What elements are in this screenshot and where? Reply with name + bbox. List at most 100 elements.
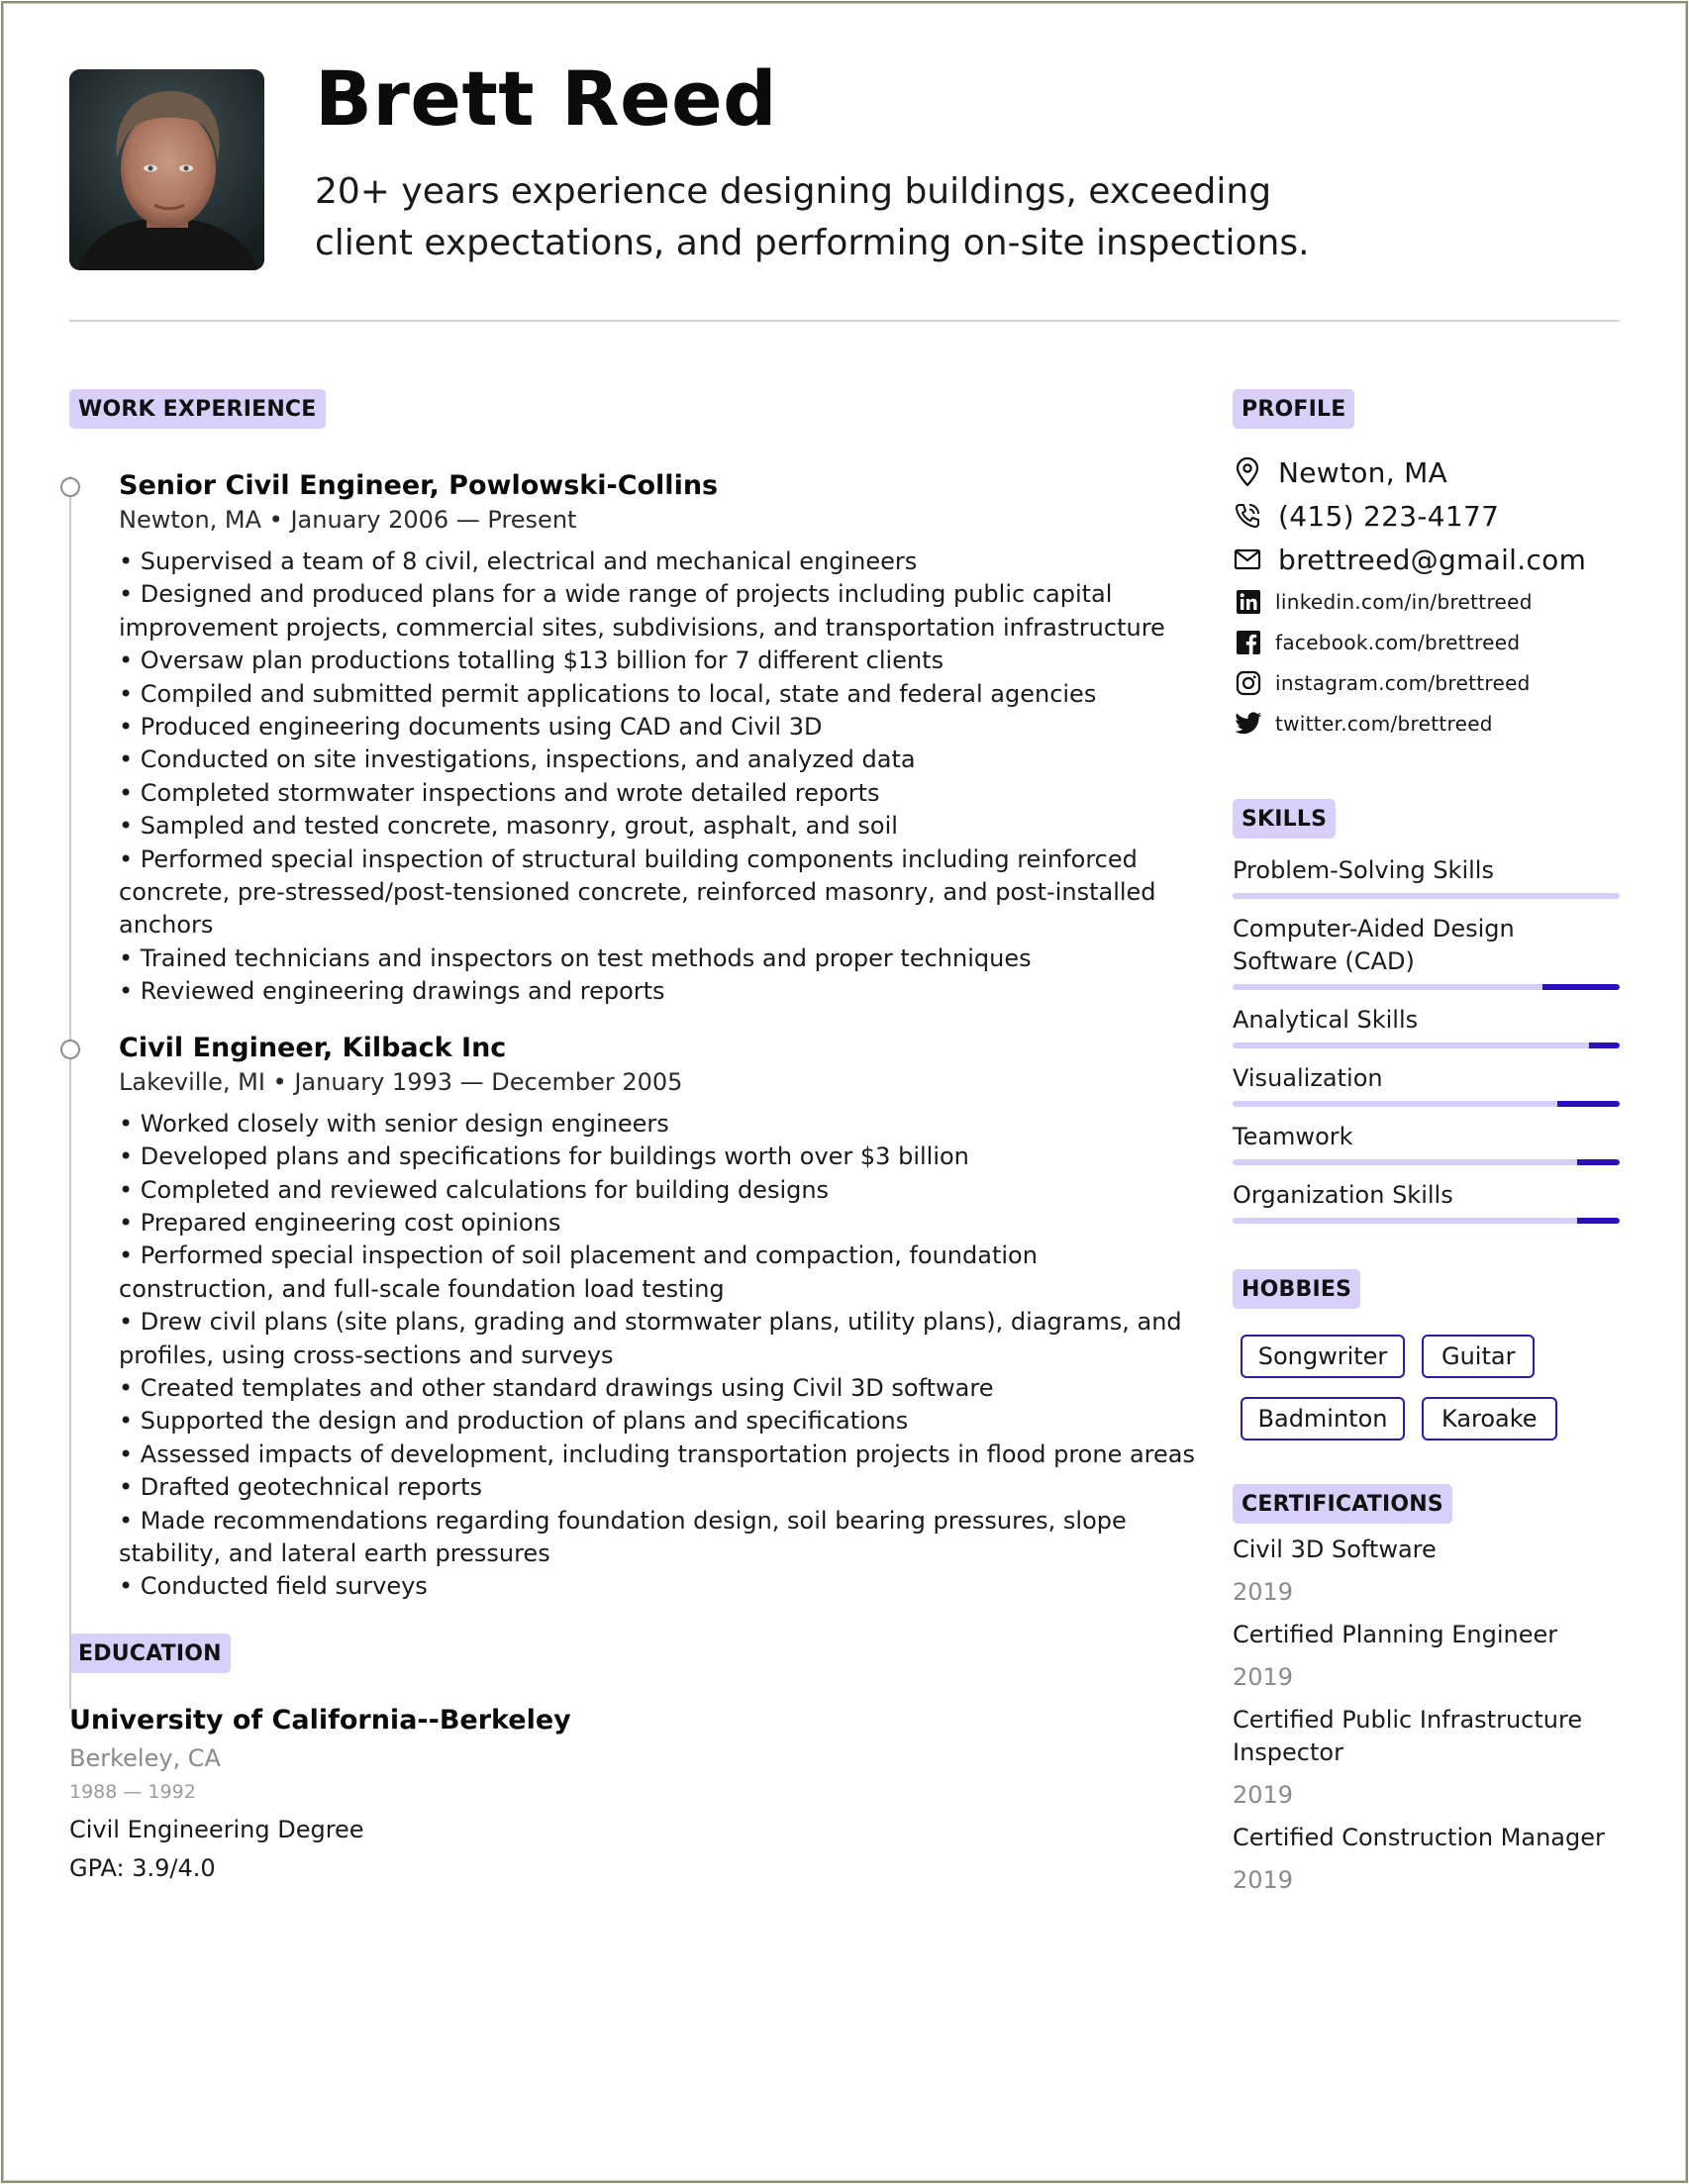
education-heading: EDUCATION <box>69 1633 231 1673</box>
skill-bar <box>1233 893 1620 899</box>
contact-email-text: brettreed@gmail.com <box>1278 543 1587 576</box>
skill-bar-fill <box>1557 1101 1620 1107</box>
job-bullets: • Worked closely with senior design engi… <box>119 1108 1198 1604</box>
hobby-tag: Karoake <box>1422 1397 1557 1440</box>
twitter-icon <box>1235 710 1262 738</box>
contact-twitter[interactable]: twitter.com/brettreed <box>1233 703 1620 744</box>
skill-name: Problem-Solving Skills <box>1233 856 1494 884</box>
certification-year: 2019 <box>1233 1866 1294 1894</box>
map-pin-icon <box>1233 457 1262 487</box>
certification-item: Certified Planning Engineer 2019 <box>1233 1619 1620 1694</box>
contact-facebook[interactable]: facebook.com/brettreed <box>1233 622 1620 662</box>
job-bullet: • Supervised a team of 8 civil, electric… <box>119 547 918 575</box>
contact-linkedin[interactable]: linkedin.com/in/brettreed <box>1233 581 1620 622</box>
education-location: Berkeley, CA <box>69 1743 221 1772</box>
facebook-icon <box>1235 629 1262 656</box>
skill-bar <box>1233 1101 1620 1107</box>
job-bullet: • Drew civil plans (site plans, grading … <box>119 1308 1182 1369</box>
work-experience-heading: WORK EXPERIENCE <box>69 389 326 429</box>
skill-bar <box>1233 1042 1620 1048</box>
phone-icon <box>1233 501 1262 531</box>
job-bullet: • Performed special inspection of struct… <box>119 844 1156 940</box>
instagram-icon <box>1235 669 1262 697</box>
contact-twitter-text[interactable]: twitter.com/brettreed <box>1275 712 1493 736</box>
skills-section: SKILLS Problem-Solving Skills Computer-A… <box>1233 799 1620 1224</box>
job-bullet: • Made recommendations regarding foundat… <box>119 1506 1127 1567</box>
education-school: University of California--Berkeley <box>69 1704 571 1736</box>
contact-email: brettreed@gmail.com <box>1233 538 1620 581</box>
skill-item: Analytical Skills <box>1233 1004 1620 1048</box>
job-bullet: • Conducted on site investigations, insp… <box>119 745 916 774</box>
skill-item: Computer-Aided Design Software (CAD) <box>1233 913 1620 990</box>
certification-list: Civil 3D Software 2019 Certified Plannin… <box>1233 1534 1620 1897</box>
job-bullet: • Developed plans and specifications for… <box>119 1142 969 1171</box>
contact-instagram[interactable]: instagram.com/brettreed <box>1233 662 1620 703</box>
certification-item: Certified Construction Manager 2019 <box>1233 1822 1620 1897</box>
job-bullet: • Conducted field surveys <box>119 1572 428 1601</box>
skill-name: Visualization <box>1233 1064 1383 1092</box>
certification-year: 2019 <box>1233 1781 1294 1809</box>
hobby-tag: Badminton <box>1241 1397 1405 1440</box>
job-meta: Newton, MA • January 2006 — Present <box>119 506 577 534</box>
skills-heading: SKILLS <box>1233 799 1337 839</box>
contact-phone-text: (415) 223-4177 <box>1278 499 1500 533</box>
job-bullet: • Produced engineering documents using C… <box>119 713 823 742</box>
contact-linkedin-text[interactable]: linkedin.com/in/brettreed <box>1275 590 1533 614</box>
skill-name: Teamwork <box>1233 1123 1353 1150</box>
job-bullet: • Worked closely with senior design engi… <box>119 1109 669 1138</box>
job-bullet: • Created templates and other standard d… <box>119 1373 994 1402</box>
job-bullet: • Compiled and submitted permit applicat… <box>119 679 1097 708</box>
contact-location: Newton, MA <box>1233 450 1620 494</box>
skill-item: Problem-Solving Skills <box>1233 854 1620 899</box>
hobbies-section: HOBBIES Songwriter Guitar Badminton Karo… <box>1233 1269 1620 1440</box>
certifications-heading: CERTIFICATIONS <box>1233 1484 1452 1524</box>
contact-instagram-text[interactable]: instagram.com/brettreed <box>1275 671 1531 695</box>
certification-year: 2019 <box>1233 1578 1294 1606</box>
skill-name: Organization Skills <box>1233 1181 1453 1209</box>
job-bullets: • Supervised a team of 8 civil, electric… <box>119 546 1198 1009</box>
hobby-list: Songwriter Guitar Badminton Karoake <box>1241 1335 1620 1440</box>
skill-bar <box>1233 984 1620 990</box>
contact-facebook-text[interactable]: facebook.com/brettreed <box>1275 631 1520 654</box>
hobbies-heading: HOBBIES <box>1233 1269 1361 1309</box>
candidate-summary: 20+ years experience designing buildings… <box>315 171 1310 263</box>
hobby-tag: Songwriter <box>1241 1335 1405 1378</box>
job-bullet: • Trained technicians and inspectors on … <box>119 943 1032 972</box>
profile-photo <box>69 69 264 270</box>
skill-name: Computer-Aided Design Software (CAD) <box>1233 915 1515 975</box>
certification-name: Certified Planning Engineer <box>1233 1621 1558 1648</box>
job-bullet: • Assessed impacts of development, inclu… <box>119 1439 1195 1468</box>
job-bullet: • Designed and produced plans for a wide… <box>119 580 1165 642</box>
header-divider <box>69 320 1620 322</box>
skill-list: Problem-Solving Skills Computer-Aided De… <box>1233 854 1620 1224</box>
certification-name: Civil 3D Software <box>1233 1536 1437 1563</box>
skill-bar <box>1233 1218 1620 1224</box>
job-bullet: • Performed special inspection of soil p… <box>119 1241 1038 1303</box>
job-title: Senior Civil Engineer, Powlowski-Collins <box>119 470 719 501</box>
job-bullet: • Completed and reviewed calculations fo… <box>119 1175 830 1204</box>
job-title: Civil Engineer, Kilback Inc <box>119 1032 507 1063</box>
timeline-dot-icon <box>60 477 80 497</box>
job-bullet: • Prepared engineering cost opinions <box>119 1208 561 1237</box>
hobby-tag: Guitar <box>1422 1335 1536 1378</box>
job-bullet: • Sampled and tested concrete, masonry, … <box>119 812 898 841</box>
skill-bar-fill <box>1541 984 1620 990</box>
skill-item: Organization Skills <box>1233 1179 1620 1224</box>
timeline-dot-icon <box>60 1039 80 1059</box>
work-timeline: Senior Civil Engineer, Powlowski-Collins… <box>60 468 1195 1709</box>
skill-bar-fill <box>1577 1218 1620 1224</box>
portrait-image <box>69 69 264 270</box>
certification-year: 2019 <box>1233 1663 1294 1691</box>
certification-name: Certified Construction Manager <box>1233 1824 1605 1851</box>
certification-name: Certified Public Infrastructure Inspecto… <box>1233 1706 1583 1766</box>
certifications-section: CERTIFICATIONS Civil 3D Software 2019 Ce… <box>1233 1484 1620 1897</box>
job-entry: Civil Engineer, Kilback Inc Lakeville, M… <box>60 1031 1195 1604</box>
mail-icon <box>1233 545 1262 574</box>
candidate-name: Brett Reed <box>315 54 778 143</box>
contact-location-text: Newton, MA <box>1278 455 1448 489</box>
education-degree: Civil Engineering Degree <box>69 1815 364 1843</box>
contact-phone: (415) 223-4177 <box>1233 494 1620 538</box>
certification-item: Certified Public Infrastructure Inspecto… <box>1233 1704 1620 1812</box>
contact-list: Newton, MA (415) 223-4177 brettreed@gmai… <box>1233 450 1620 744</box>
skill-item: Teamwork <box>1233 1121 1620 1165</box>
